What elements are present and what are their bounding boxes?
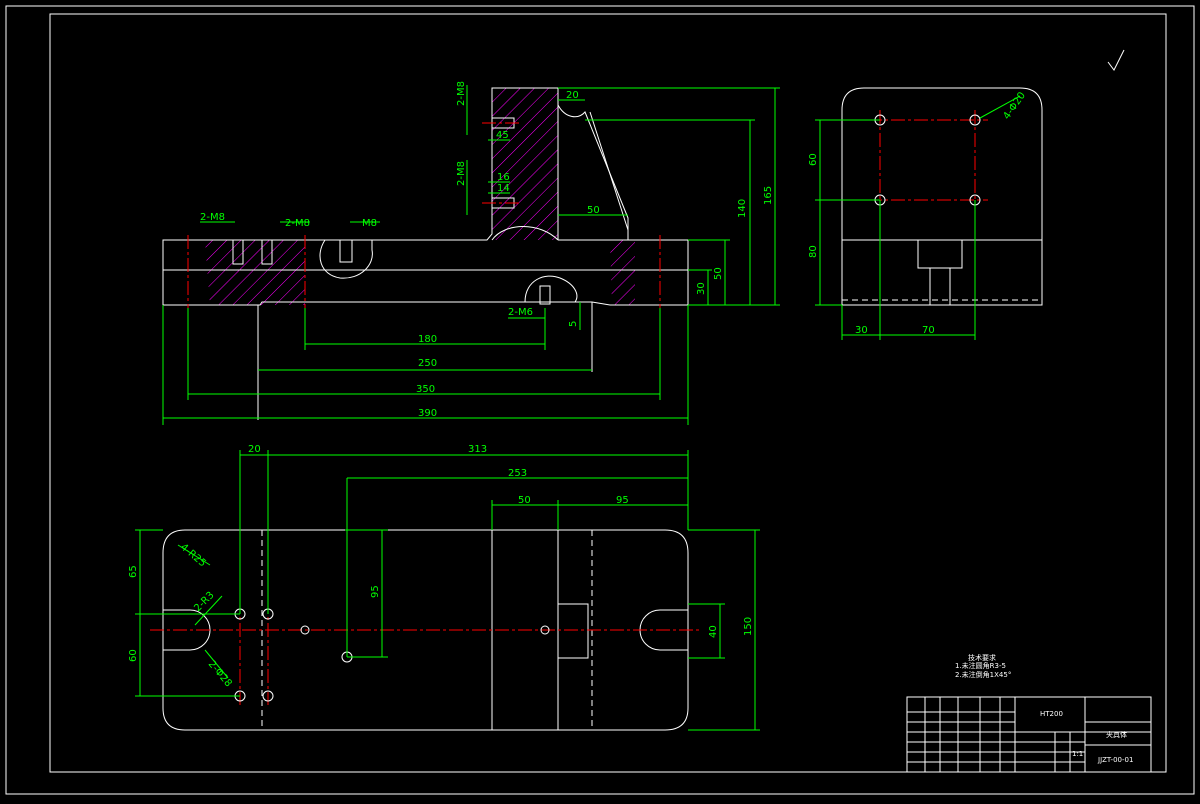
side-view: 60 80 30 70 4-Φ20 xyxy=(808,49,1125,340)
hatch-left-section xyxy=(205,240,305,305)
dim-top-65: 65 xyxy=(128,565,139,578)
thread-label-c: 2-M8 xyxy=(456,81,467,106)
dim-side-30: 30 xyxy=(855,325,868,336)
hatch-upright xyxy=(492,88,558,240)
dim-top-95-v: 95 xyxy=(370,585,381,598)
dim-front-50-side: 50 xyxy=(713,267,724,280)
outer-frame xyxy=(5,5,1195,795)
dim-front-140: 140 xyxy=(737,199,748,218)
side-holes-label: 4-Φ20 xyxy=(1001,90,1028,121)
dim-front-250: 250 xyxy=(418,358,437,369)
inner-frame xyxy=(49,13,1167,773)
top-view: 20 313 253 50 95 95 65 60 40 150 4-R25 2… xyxy=(128,444,760,731)
dim-front-350: 350 xyxy=(416,384,435,395)
tb-material: HT200 xyxy=(1040,710,1063,718)
title-block: HT200 夹具体 JJZT-00-01 1:1 xyxy=(906,696,1152,773)
slot-boss xyxy=(319,239,373,279)
thread-label-m8: M8 xyxy=(362,218,377,229)
tb-name: 夹具体 xyxy=(1106,730,1127,739)
dim-top-253: 253 xyxy=(508,468,527,479)
dim-top-50: 50 xyxy=(518,495,531,506)
thread-label-m6: 2-M6 xyxy=(508,307,533,318)
side-slot xyxy=(917,239,963,269)
hatch-right-section xyxy=(610,240,635,305)
dim-top-60: 60 xyxy=(128,649,139,662)
dim-front-180: 180 xyxy=(418,334,437,345)
thread-label-a: 2-M8 xyxy=(200,212,225,223)
hole-label-d28: 2-Φ28 xyxy=(206,659,234,689)
notes-line-1: 1.未注圆角R3-5 xyxy=(955,661,1006,670)
top-outline xyxy=(162,529,689,731)
dim-top-150: 150 xyxy=(743,617,754,636)
dim-top-313: 313 xyxy=(468,444,487,455)
top-block xyxy=(557,603,589,659)
dim-front-14: 14 xyxy=(497,183,510,194)
tap-hole-m6 xyxy=(539,285,551,305)
tap-hole-m8 xyxy=(339,239,353,263)
dim-side-70: 70 xyxy=(922,325,935,336)
roughness-symbol xyxy=(1107,49,1125,71)
tb-drawing-no: JJZT-00-01 xyxy=(1097,756,1133,764)
dim-front-5: 5 xyxy=(568,321,579,327)
cad-drawing: 250 180 350 390 20 45 16 14 50 140 165 5… xyxy=(5,5,1195,795)
thread-label-b: 2-M8 xyxy=(285,218,310,229)
notes-line-2: 2.未注倒角1X45° xyxy=(955,670,1011,679)
hole-label-r3: 2-R3 xyxy=(192,590,216,614)
drawing-sheet: 250 180 350 390 20 45 16 14 50 140 165 5… xyxy=(0,0,1200,800)
side-outline xyxy=(841,87,1043,306)
tech-notes: 技术要求 1.未注圆角R3-5 2.未注倒角1X45° xyxy=(955,653,1011,679)
dim-front-50-top: 50 xyxy=(587,205,600,216)
dim-front-30: 30 xyxy=(696,282,707,295)
dim-top-40: 40 xyxy=(708,625,719,638)
lower-boss xyxy=(524,275,578,303)
hole-label-r25: 4-R25 xyxy=(178,542,208,569)
dim-front-16: 16 xyxy=(497,172,510,183)
dim-front-390: 390 xyxy=(418,408,437,419)
tb-scale: 1:1 xyxy=(1072,750,1083,758)
dim-side-80: 80 xyxy=(808,245,819,258)
dim-top-95-h: 95 xyxy=(616,495,629,506)
dim-top-20: 20 xyxy=(248,444,261,455)
thread-label-d: 2-M8 xyxy=(456,161,467,186)
notes-title: 技术要求 xyxy=(968,653,996,662)
dim-side-60: 60 xyxy=(808,153,819,166)
front-view: 250 180 350 390 20 45 16 14 50 140 165 5… xyxy=(162,81,780,425)
dim-front-165: 165 xyxy=(763,186,774,205)
dim-front-20: 20 xyxy=(566,90,579,101)
dim-front-45: 45 xyxy=(496,130,509,141)
